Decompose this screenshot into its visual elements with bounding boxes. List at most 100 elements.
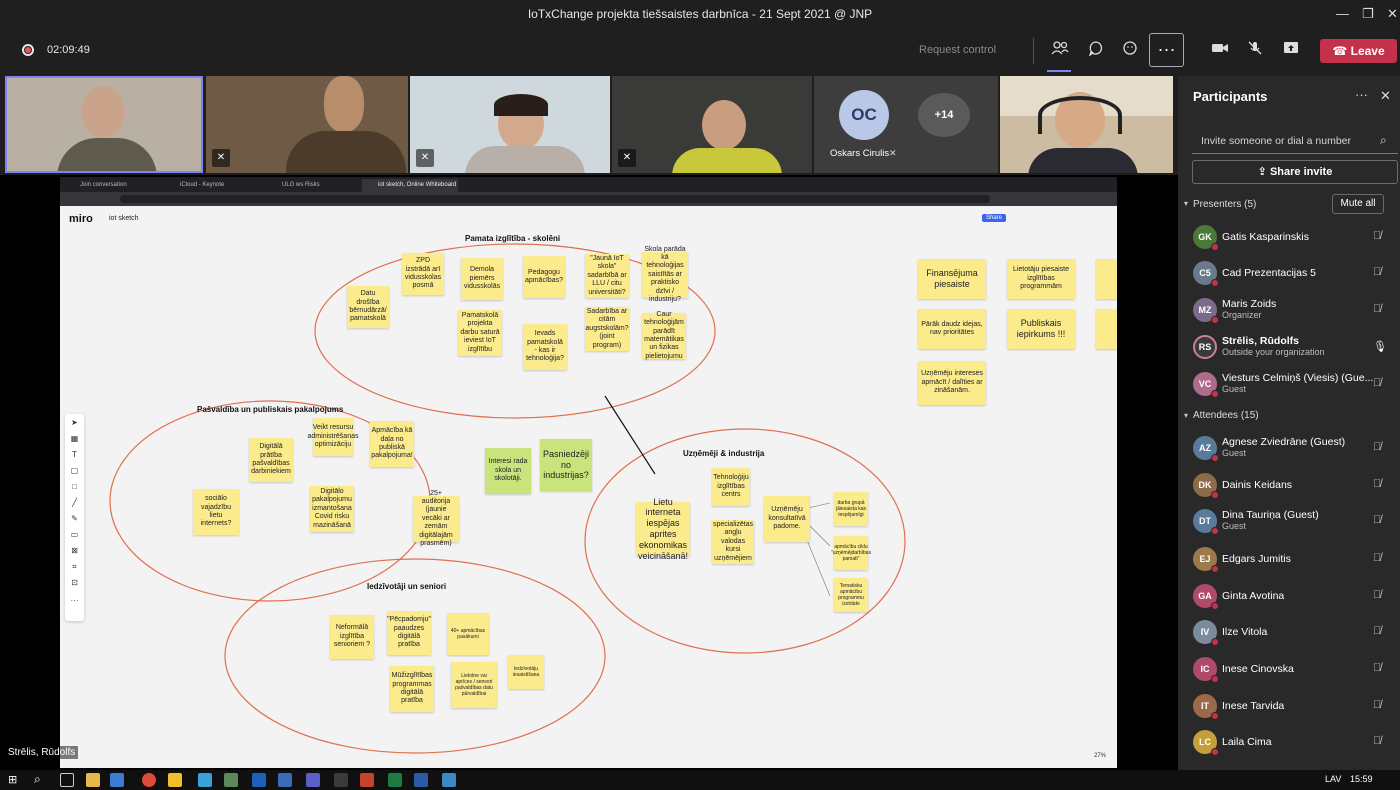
chevron-down-icon[interactable]: ▾ <box>1184 411 1188 420</box>
sticky-note[interactable]: Pārāk daudz idejas, nav prioritātes <box>918 309 986 349</box>
sticky-note[interactable]: Pamatskolā projekta darbu saturā ieviest… <box>458 310 502 356</box>
participants-icon[interactable] <box>1049 40 1071 62</box>
search-icon[interactable]: ⌕ <box>34 772 41 787</box>
sticky-note[interactable]: Publiskais iepirkums !!! <box>1007 309 1075 349</box>
app-icon[interactable] <box>278 773 292 787</box>
pen-tool-icon[interactable]: ✎ <box>65 514 84 523</box>
invite-input[interactable]: Invite someone or dial a number ⌕ <box>1192 128 1398 154</box>
browser-tab[interactable]: ULG ws Risks <box>266 179 362 192</box>
mic-muted-icon[interactable]: 🎙̸ <box>1373 230 1381 242</box>
mic-on-icon[interactable]: 🎙 <box>1373 340 1387 353</box>
share-screen-icon[interactable] <box>1280 40 1302 62</box>
crop-tool-icon[interactable]: ⌗ <box>65 562 84 572</box>
sticky-note-green[interactable]: Interesi rada skola un skolotāji. <box>485 448 531 494</box>
sticky-note[interactable]: Lietotāju piesaiste izglītības programmā… <box>1007 259 1075 299</box>
sticky-note-partial[interactable] <box>1096 309 1117 349</box>
frame-title-seniors[interactable]: Iedzīvotāji un seniori <box>367 582 446 591</box>
zoom-level[interactable]: 27% <box>1094 753 1106 759</box>
app-icon[interactable] <box>168 773 182 787</box>
sticky-note[interactable]: Pedagogu apmācības? <box>523 256 565 298</box>
frame-title-business[interactable]: Uzņēmēji & industrija <box>683 449 764 458</box>
app-icon[interactable] <box>224 773 238 787</box>
sticky-note[interactable]: ZPD izstrādā arī vidusskolas posmā <box>402 253 444 295</box>
sticky-tool-icon[interactable]: ▢ <box>65 466 84 475</box>
video-tile-3[interactable]: ✕ <box>410 76 610 173</box>
browser-url-bar[interactable] <box>60 192 1117 206</box>
sticky-note[interactable]: Uzņēmēju konsultatīvā padome. <box>764 496 810 542</box>
mic-muted-icon[interactable]: 🎙̸ <box>1373 662 1381 674</box>
participant-row[interactable]: IV Ilze Vitola 🎙̸ <box>1178 614 1400 650</box>
sticky-note[interactable]: Digitālā prātība pašvaldības darbiniekie… <box>249 438 293 482</box>
sticky-note[interactable]: Neformālā izglītība senioriem ? <box>330 615 374 659</box>
participant-row[interactable]: DK Dainis Keidans 🎙̸ <box>1178 467 1400 503</box>
word-icon[interactable] <box>414 773 428 787</box>
sticky-note[interactable]: Skola parāda kā tehnoloģijas saistītās a… <box>642 246 688 303</box>
sticky-note[interactable]: specializētas angļu valodas kursi uzņēmē… <box>712 520 754 564</box>
sticky-note[interactable]: Iedzīvotāju iesaistīšana <box>508 655 544 689</box>
mic-muted-icon[interactable]: 🎙̸ <box>1373 303 1381 315</box>
templates-tool-icon[interactable]: ▦ <box>65 434 84 443</box>
minimize-icon[interactable]: — <box>1336 6 1349 21</box>
shape-tool-icon[interactable]: □ <box>65 482 84 491</box>
mic-muted-icon[interactable]: 🎙̸ <box>1373 735 1381 747</box>
mic-muted-icon[interactable]: 🎙̸ <box>1373 699 1381 711</box>
browser-tab[interactable]: iCloud - Keynote <box>164 179 262 192</box>
sticky-note[interactable]: Caur tehnoloģijām parādīt matemātikas un… <box>642 311 686 360</box>
browser-tab-active[interactable]: iot sketch, Online Whiteboard f... <box>362 179 458 201</box>
sticky-note[interactable]: Ievads pamatskolā - kas ir tehnoloģija? <box>523 324 567 370</box>
sticky-note-green[interactable]: Pasniedzēji no industrijas? <box>540 439 592 491</box>
select-tool-icon[interactable]: ➤ <box>65 418 84 427</box>
sticky-note[interactable]: Tematisku apmācību programmu izstrāde <box>834 578 868 612</box>
frame-title-school[interactable]: Pamata izglītība - skolēni <box>465 234 560 243</box>
file-explorer-icon[interactable] <box>86 773 100 787</box>
address-field[interactable] <box>120 195 990 203</box>
close-panel-icon[interactable]: ✕ <box>1380 88 1391 104</box>
app-icon[interactable] <box>110 773 124 787</box>
sticky-note[interactable]: Lietu interneta iespējas aprites ekonomi… <box>636 497 690 561</box>
comment-tool-icon[interactable]: ▭ <box>65 530 84 539</box>
frame-title-municipal[interactable]: Pašvaldība un publiskais pakalpojums <box>197 405 343 414</box>
sticky-note[interactable]: Sadarbība ar citām augstskolām? (joint p… <box>585 307 629 351</box>
participant-row[interactable]: VC Viesturs Celmiņš (Viesis) (Gue... Gue… <box>1178 366 1400 402</box>
upload-tool-icon[interactable]: ⊡ <box>65 578 84 587</box>
mic-muted-icon[interactable]: 🎙̸ <box>1373 266 1381 278</box>
video-tile-oskars[interactable]: OC +14 Oskars Cirulis ✕ <box>814 76 998 173</box>
app-icon[interactable] <box>198 773 212 787</box>
reactions-icon[interactable] <box>1119 40 1141 62</box>
mic-muted-icon[interactable]: 🎙̸ <box>1373 514 1381 526</box>
participant-row[interactable]: GK Gatis Kasparinskis 🎙̸ <box>1178 219 1400 255</box>
sticky-note[interactable]: sociālo vajadzību lietu internets? <box>193 489 239 535</box>
mute-all-button[interactable]: Mute all <box>1332 194 1384 214</box>
presenters-header[interactable]: Presenters (5) <box>1193 199 1256 210</box>
video-tile-4[interactable]: ✕ <box>612 76 812 173</box>
sticky-note-partial[interactable] <box>1096 259 1117 299</box>
sticky-note[interactable]: "Pēcpadomju" paaudzes digitālā pratība <box>387 611 431 655</box>
request-control-button[interactable]: Request control <box>919 44 996 56</box>
sticky-note[interactable]: Mūžizglītības programmas digitālā pratīb… <box>390 666 434 712</box>
sticky-note[interactable]: 25+ auditorija (jaunie vecāki ar zemām d… <box>413 490 459 547</box>
participant-row[interactable]: EJ Edgars Jumitis 🎙̸ <box>1178 541 1400 577</box>
mic-muted-icon[interactable]: 🎙̸ <box>1373 625 1381 637</box>
participant-row[interactable]: C5 Cad Prezentacijas 5 🎙̸ <box>1178 255 1400 291</box>
attendees-header[interactable]: Attendees (15) <box>1193 410 1259 421</box>
sticky-note[interactable]: "Jaunā IoT skola" sadarbībā ar LLU / cit… <box>585 254 629 298</box>
sticky-note[interactable]: Datu drošība bērnudārzā/ pamatskolā <box>347 286 389 328</box>
video-tile-2[interactable]: ✕ <box>206 76 408 173</box>
sticky-note[interactable]: apmācību ciklu "uzņēmējdarbības pamati" <box>831 536 871 570</box>
browser-tab[interactable]: Join conversation <box>64 179 160 192</box>
sticky-note[interactable]: Finansējuma piesaiste <box>918 259 986 299</box>
app-icon[interactable] <box>334 773 348 787</box>
task-view-icon[interactable] <box>60 773 74 787</box>
chevron-down-icon[interactable]: ▾ <box>1184 199 1188 208</box>
text-tool-icon[interactable]: T <box>65 450 84 459</box>
participant-row[interactable]: LC Laila Cima 🎙̸ <box>1178 724 1400 760</box>
sticky-note[interactable]: Digitālo pakalpojumu izmantošana Covid r… <box>310 486 354 532</box>
app-icon[interactable] <box>442 773 456 787</box>
sticky-note[interactable]: Tehnoloģiju izglītības centrs <box>712 468 750 506</box>
sticky-note[interactable]: 40+ apmācības pasākumi <box>447 613 489 655</box>
participant-row[interactable]: IT Inese Tarvida 🎙̸ <box>1178 688 1400 724</box>
overflow-participants-count[interactable]: +14 <box>918 93 970 137</box>
more-tools-icon[interactable]: ··· <box>65 596 84 605</box>
participant-row[interactable]: GA Ginta Avotina 🎙̸ <box>1178 578 1400 614</box>
chrome-icon[interactable] <box>142 773 156 787</box>
